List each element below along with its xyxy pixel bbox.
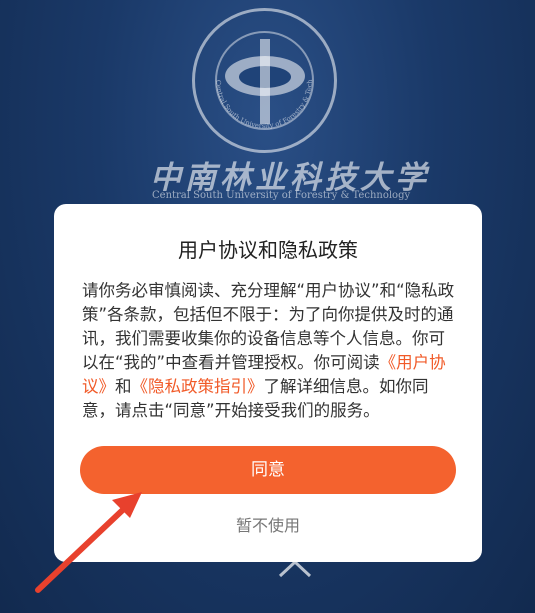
agree-button[interactable]: 同意 bbox=[80, 446, 456, 494]
body-text-and: 和 bbox=[115, 377, 132, 396]
university-emblem: Central South University of Forestry & T… bbox=[192, 8, 337, 153]
svg-text:Central South University of Fo: Central South University of Forestry & T… bbox=[195, 11, 314, 130]
university-english-name: Central South University of Forestry & T… bbox=[152, 190, 411, 201]
privacy-dialog: 用户协议和隐私政策 请你务必审慎阅读、充分理解“用户协议”和“隐私政策”各条款，… bbox=[54, 204, 482, 562]
dialog-body: 请你务必审慎阅读、充分理解“用户协议”和“隐私政策”各条款，包括但不限于：为了向… bbox=[82, 279, 457, 423]
university-calligraphy-logo: 中南林业科技大学 bbox=[150, 160, 430, 196]
privacy-policy-link[interactable]: 《隐私政策指引》 bbox=[132, 377, 264, 396]
dialog-title: 用户协议和隐私政策 bbox=[178, 238, 358, 262]
decline-button[interactable]: 暂不使用 bbox=[54, 512, 482, 536]
emblem-ring-text: Central South University of Forestry & T… bbox=[195, 11, 314, 130]
